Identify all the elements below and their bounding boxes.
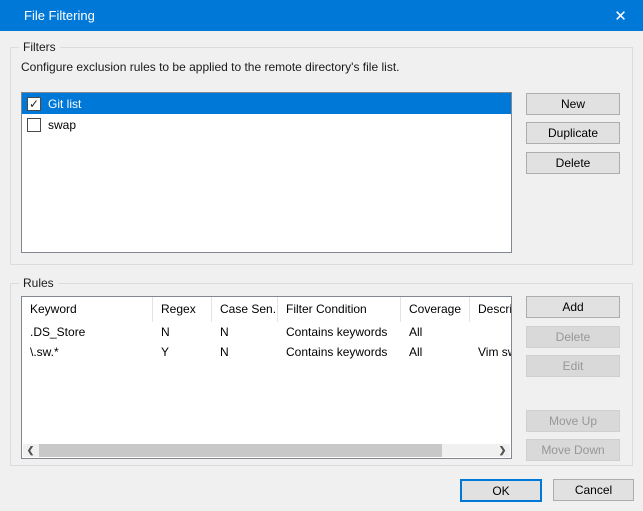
scroll-left-arrow-icon[interactable]: ❮ (23, 444, 38, 457)
cell-regex: N (153, 322, 212, 342)
cell-keyword: .DS_Store (22, 322, 153, 342)
close-icon: ✕ (614, 7, 627, 25)
cell-filter-condition: Contains keywords (278, 342, 401, 362)
table-row[interactable]: .DS_Store N N Contains keywords All (22, 322, 512, 342)
cell-description (470, 322, 512, 342)
column-header-filter-condition[interactable]: Filter Condition (278, 297, 401, 322)
cell-coverage: All (401, 342, 470, 362)
column-header-keyword[interactable]: Keyword (22, 297, 153, 322)
cell-coverage: All (401, 322, 470, 342)
add-button[interactable]: Add (526, 296, 620, 318)
cell-regex: Y (153, 342, 212, 362)
checkbox-checked-icon[interactable]: ✓ (27, 97, 41, 111)
edit-button[interactable]: Edit (526, 355, 620, 377)
move-up-button[interactable]: Move Up (526, 410, 620, 432)
scrollbar-thumb[interactable] (39, 444, 442, 457)
filter-list[interactable]: ✓ Git list swap (21, 92, 512, 253)
filter-list-item[interactable]: ✓ Git list (22, 93, 511, 114)
rules-table[interactable]: Keyword Regex Case Sen... Filter Conditi… (21, 296, 512, 459)
column-header-case-sensitive[interactable]: Case Sen... (212, 297, 278, 322)
rules-groupbox: Rules Keyword Regex Case Sen... Filter C… (10, 283, 633, 466)
move-down-button[interactable]: Move Down (526, 439, 620, 461)
duplicate-button[interactable]: Duplicate (526, 122, 620, 144)
column-header-regex[interactable]: Regex (153, 297, 212, 322)
filters-description: Configure exclusion rules to be applied … (21, 60, 399, 74)
checkbox-unchecked-icon[interactable] (27, 118, 41, 132)
filter-item-label: swap (48, 118, 76, 132)
rules-table-header: Keyword Regex Case Sen... Filter Conditi… (22, 297, 512, 322)
rules-group-label: Rules (19, 276, 58, 290)
ok-button[interactable]: OK (460, 479, 542, 502)
cell-filter-condition: Contains keywords (278, 322, 401, 342)
new-button[interactable]: New (526, 93, 620, 115)
filters-groupbox: Filters Configure exclusion rules to be … (10, 47, 633, 265)
cell-keyword: \.sw.* (22, 342, 153, 362)
cell-case-sensitive: N (212, 322, 278, 342)
close-button[interactable]: ✕ (598, 0, 643, 31)
cell-case-sensitive: N (212, 342, 278, 362)
cell-description: Vim sw (470, 342, 512, 362)
cancel-button[interactable]: Cancel (553, 479, 634, 501)
window-title: File Filtering (24, 8, 95, 23)
filter-list-item[interactable]: swap (22, 114, 511, 135)
filters-group-label: Filters (19, 40, 60, 54)
column-header-coverage[interactable]: Coverage (401, 297, 470, 322)
rule-delete-button[interactable]: Delete (526, 326, 620, 348)
filter-delete-button[interactable]: Delete (526, 152, 620, 174)
column-header-description[interactable]: Description (470, 297, 512, 322)
scroll-right-arrow-icon[interactable]: ❯ (495, 444, 510, 457)
horizontal-scrollbar[interactable]: ❮ ❯ (23, 444, 510, 457)
file-filtering-dialog: File Filtering ✕ Filters Configure exclu… (0, 0, 643, 511)
titlebar: File Filtering ✕ (0, 0, 643, 31)
table-row[interactable]: \.sw.* Y N Contains keywords All Vim sw (22, 342, 512, 362)
filter-item-label: Git list (48, 97, 81, 111)
